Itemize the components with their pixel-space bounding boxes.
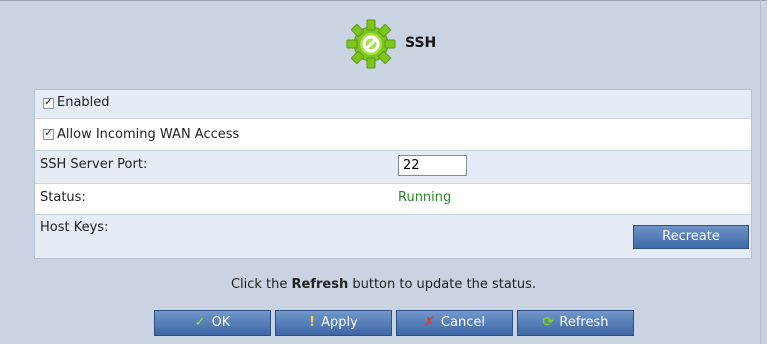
top-border (0, 0, 767, 1)
enabled-row: Enabled (35, 90, 751, 119)
cancel-button-label: Cancel (440, 315, 485, 330)
port-label: SSH Server Port: (40, 157, 148, 172)
status-label: Status: (40, 190, 86, 205)
host-keys-label: Host Keys: (40, 220, 109, 235)
wan-access-checkbox[interactable] (43, 126, 54, 140)
refresh-button[interactable]: ⟳ Refresh (517, 310, 634, 336)
hint-text-after: button to update the status. (348, 277, 537, 292)
status-value: Running (398, 190, 452, 205)
refresh-button-label: Refresh (559, 315, 609, 330)
status-row: Status: Running (35, 184, 751, 215)
checkmark-icon: ✓ (194, 315, 206, 330)
refresh-hint: Click the Refresh button to update the s… (0, 277, 767, 292)
exclamation-icon: ! (309, 315, 316, 330)
ssh-port-input[interactable] (398, 155, 467, 176)
enabled-checkbox[interactable] (43, 95, 54, 109)
ok-button-label: OK (211, 315, 231, 330)
apply-button[interactable]: ! Apply (275, 310, 392, 336)
wan-access-row: Allow Incoming WAN Access (35, 119, 751, 151)
gear-icon (346, 19, 396, 69)
ssh-settings-panel: Enabled Allow Incoming WAN Access SSH Se… (34, 89, 752, 259)
wan-access-label: Allow Incoming WAN Access (57, 127, 240, 142)
recreate-button[interactable]: Recreate (633, 225, 749, 249)
page-title: SSH (405, 35, 437, 51)
enabled-label: Enabled (57, 95, 110, 110)
apply-button-label: Apply (321, 315, 358, 330)
hint-text-bold: Refresh (291, 277, 349, 292)
page-header: SSH (0, 18, 767, 69)
hint-text-before: Click the (230, 277, 292, 292)
x-icon: ✗ (424, 315, 435, 330)
refresh-icon: ⟳ (542, 315, 554, 330)
port-row: SSH Server Port: (35, 151, 751, 184)
cancel-button[interactable]: ✗ Cancel (396, 310, 513, 336)
ok-button[interactable]: ✓ OK (154, 310, 271, 336)
